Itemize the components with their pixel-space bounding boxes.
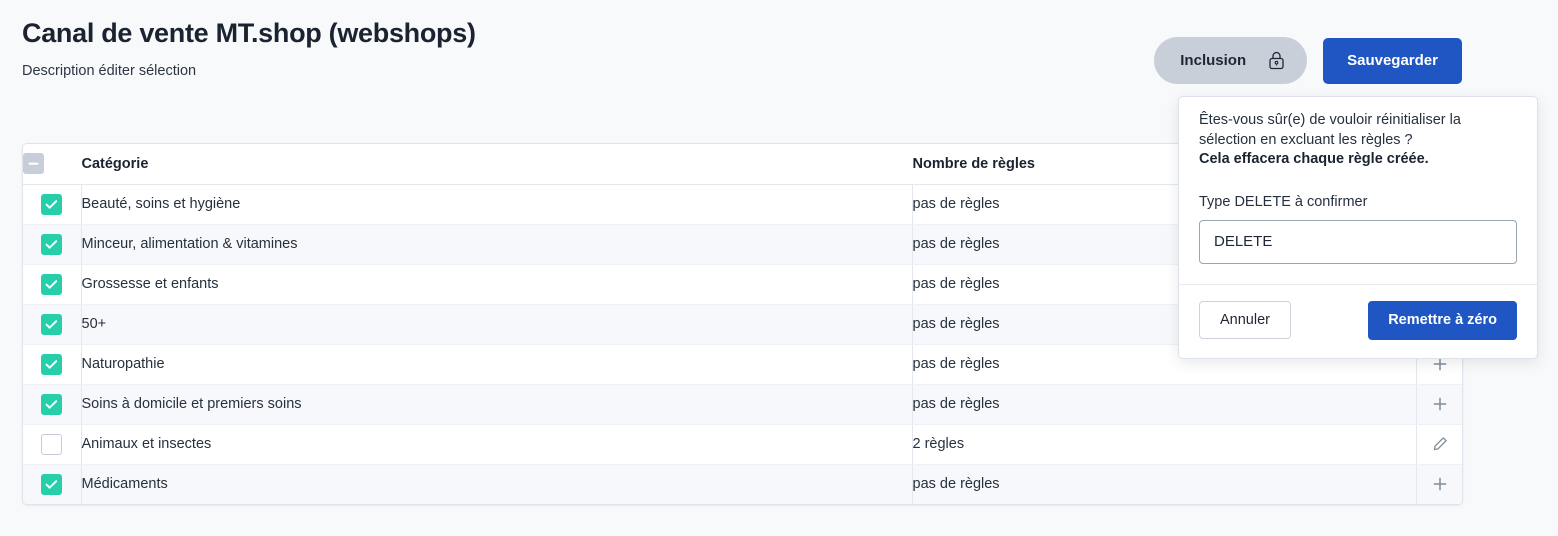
popover-question: Êtes-vous sûr(e) de vouloir réinitialise… bbox=[1199, 112, 1461, 148]
row-action-cell bbox=[1415, 384, 1462, 425]
popover-footer: Annuler Remettre à zéro bbox=[1179, 283, 1537, 358]
table-row: Soins à domicile et premiers soins pas de… bbox=[23, 384, 1462, 425]
row-checkbox-cell bbox=[23, 464, 82, 504]
row-category: Grossesse et enfants bbox=[81, 264, 912, 305]
row-checkbox[interactable] bbox=[41, 393, 63, 415]
inclusion-toggle-button[interactable]: Inclusion bbox=[1154, 37, 1308, 84]
inclusion-label: Inclusion bbox=[1180, 52, 1247, 69]
row-category: Minceur, alimentation & vitamines bbox=[81, 224, 912, 265]
row-checkbox[interactable] bbox=[41, 313, 63, 335]
select-all-checkbox[interactable] bbox=[23, 153, 44, 175]
row-checkbox[interactable] bbox=[41, 353, 63, 375]
select-all-header-cell bbox=[23, 144, 81, 185]
row-checkbox-cell bbox=[23, 304, 82, 345]
header-actions: Inclusion Sauvegarder bbox=[1154, 37, 1462, 84]
row-checkbox[interactable] bbox=[41, 273, 63, 295]
row-action-cell bbox=[1415, 424, 1462, 465]
row-checkbox[interactable] bbox=[41, 233, 63, 255]
row-category: Naturopathie bbox=[81, 344, 912, 385]
row-checkbox-cell bbox=[23, 384, 82, 425]
row-checkbox-cell bbox=[23, 424, 82, 465]
row-checkbox-cell bbox=[23, 224, 82, 265]
table-row: Animaux et insectes 2 règles bbox=[23, 424, 1462, 465]
cancel-button[interactable]: Annuler bbox=[1199, 301, 1291, 339]
page-subtitle: Description éditer sélection bbox=[22, 63, 197, 79]
row-checkbox-cell bbox=[23, 344, 82, 385]
edit-icon[interactable] bbox=[1427, 431, 1453, 457]
table-row: Médicaments pas de règles bbox=[23, 464, 1462, 504]
page-title: Canal de vente MT.shop (webshops) bbox=[22, 18, 476, 48]
row-category: Soins à domicile et premiers soins bbox=[81, 384, 912, 425]
row-checkbox[interactable] bbox=[41, 433, 63, 455]
row-rules: 2 règles bbox=[911, 424, 1416, 465]
row-checkbox[interactable] bbox=[41, 193, 63, 215]
row-category: 50+ bbox=[81, 304, 912, 345]
column-header-category: Catégorie bbox=[81, 144, 912, 185]
lock-icon bbox=[1268, 51, 1285, 70]
add-icon[interactable] bbox=[1427, 471, 1453, 497]
row-rules: pas de règles bbox=[911, 384, 1416, 425]
reset-confirmation-popover: Êtes-vous sûr(e) de vouloir réinitialise… bbox=[1178, 96, 1538, 359]
add-icon[interactable] bbox=[1427, 391, 1453, 417]
save-button[interactable]: Sauvegarder bbox=[1323, 37, 1462, 84]
row-category: Médicaments bbox=[81, 476, 168, 493]
delete-confirm-input[interactable] bbox=[1199, 219, 1517, 264]
confirm-input-label: Type DELETE à confirmer bbox=[1199, 193, 1368, 210]
row-checkbox-cell bbox=[23, 184, 82, 225]
row-category: Animaux et insectes bbox=[81, 424, 912, 465]
reset-confirm-button[interactable]: Remettre à zéro bbox=[1368, 300, 1517, 340]
row-action-cell bbox=[1415, 464, 1462, 504]
row-checkbox-cell bbox=[23, 264, 82, 305]
popover-body: Êtes-vous sûr(e) de vouloir réinitialise… bbox=[1179, 97, 1537, 284]
row-checkbox[interactable] bbox=[41, 473, 63, 495]
row-rules: pas de règles bbox=[911, 464, 1416, 504]
row-category: Beauté, soins et hygiène bbox=[81, 184, 912, 225]
popover-warning: Cela effacera chaque règle créée. bbox=[1199, 151, 1429, 167]
